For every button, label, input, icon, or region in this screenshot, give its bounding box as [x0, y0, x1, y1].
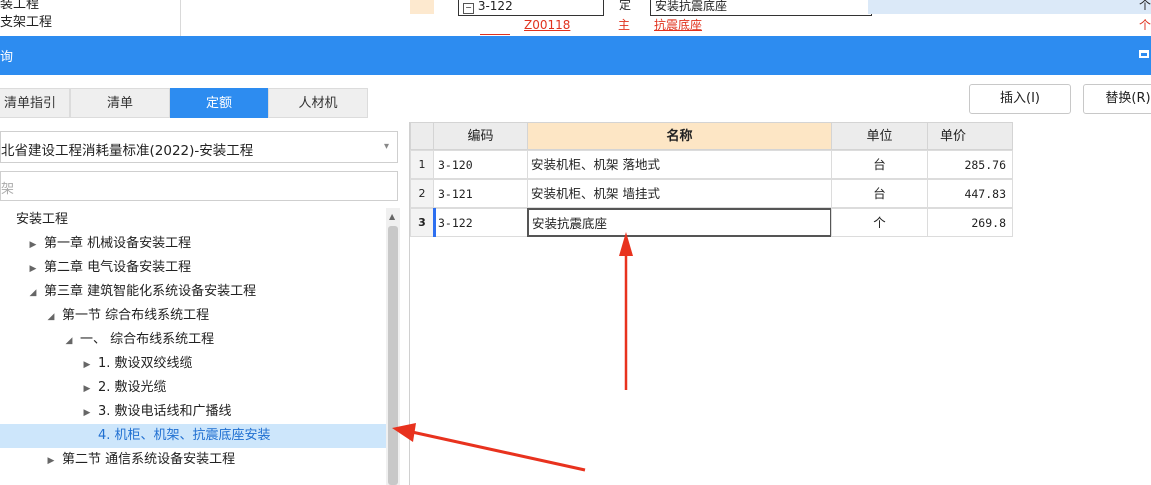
expand-icon[interactable]: ▶ [80, 353, 94, 377]
background-selected-cell [868, 0, 1151, 14]
standard-select-value: 北省建设工程消耗量标准(2022)-安装工程 [1, 143, 254, 159]
expand-icon[interactable]: ▶ [44, 449, 58, 473]
annotation-arrow-left-line [411, 430, 586, 472]
tab-quota[interactable]: 定额 [170, 88, 268, 118]
header-name[interactable]: 名称 [527, 122, 832, 150]
grid-cell-num[interactable]: 2 [410, 179, 434, 208]
grid-cell-unit[interactable]: 个 [831, 208, 928, 237]
background-tree-item[interactable]: 支架工程 [0, 14, 180, 32]
dialog-title: 询 [0, 50, 14, 65]
tree-node-label: 1. 敷设双绞线缆 [98, 356, 193, 371]
collapse-icon[interactable]: ◢ [44, 305, 58, 329]
tree-node[interactable]: ▶ 3. 敷设电话线和广播线 [0, 400, 386, 424]
tree-node[interactable]: ◢ 第一节 综合布线系统工程 [0, 304, 386, 328]
grid-cell-name[interactable]: 安装机柜、机架 落地式 [527, 150, 832, 179]
background-code-cell: Z00118 [524, 18, 571, 32]
tab-bill-guide[interactable]: 清单指引 [0, 88, 70, 118]
tree-node-label: 3. 敷设电话线和广播线 [98, 404, 232, 419]
standard-select[interactable]: 北省建设工程消耗量标准(2022)-安装工程 ▾ [0, 131, 398, 163]
tree-node[interactable]: ◢ 第三章 建筑智能化系统设备安装工程 [0, 280, 386, 304]
grid-cell-name[interactable]: 安装机柜、机架 墙挂式 [527, 179, 832, 208]
tree-node-label: 第二章 电气设备安装工程 [44, 260, 192, 275]
background-tree: 装工程 支架工程 [0, 0, 181, 36]
header-unit[interactable]: 单位 [831, 122, 928, 150]
expand-icon[interactable]: ▶ [80, 377, 94, 401]
tab-labor-material[interactable]: 人材机 [268, 88, 368, 118]
replace-button[interactable]: 替换(R) [1083, 84, 1151, 114]
background-type-cell: 定 [618, 0, 631, 12]
row-marker [410, 0, 434, 14]
background-type-cell: 主 [618, 18, 631, 32]
tab-bill[interactable]: 清单 [70, 88, 170, 118]
grid-cell-unit[interactable]: 台 [831, 179, 928, 208]
search-input-value: 架 [1, 182, 15, 197]
expand-icon[interactable]: ▶ [26, 257, 40, 281]
grid-corner [410, 122, 434, 150]
background-row[interactable]: Z00118 主 抗震底座 个 [410, 16, 1151, 35]
header-code[interactable]: 编码 [433, 122, 528, 150]
tree-node[interactable]: 4. 机柜、机架、抗震底座安装 [0, 424, 386, 448]
tree-node[interactable]: ◢ 一、 综合布线系统工程 [0, 328, 386, 352]
background-name-cell[interactable]: 安装抗震底座 [650, 0, 872, 16]
tree-node-label: 安装工程 [16, 212, 69, 227]
expand-icon[interactable]: ▶ [26, 233, 40, 257]
tree-node-label: 4. 机柜、机架、抗震底座安装 [98, 428, 271, 443]
maximize-icon[interactable] [1139, 50, 1149, 58]
tree-node[interactable]: ▶ 第二章 电气设备安装工程 [0, 256, 386, 280]
tree-node-label: 第一节 综合布线系统工程 [62, 308, 210, 323]
grid-cell-unit[interactable]: 台 [831, 150, 928, 179]
tree-node[interactable]: ▶ 1. 敷设双绞线缆 [0, 352, 386, 376]
quota-tree: 安装工程 ▶ 第一章 机械设备安装工程 ▶ 第二章 电气设备安装工程 ◢ 第三章 建筑智能化… [0, 208, 386, 485]
insert-button[interactable]: 插入(I) [969, 84, 1071, 114]
collapse-icon[interactable]: ◢ [26, 281, 40, 305]
tree-node-label: 一、 综合布线系统工程 [80, 332, 215, 347]
collapse-icon[interactable]: − [463, 3, 474, 14]
tree-node-label: 2. 敷设光缆 [98, 380, 167, 395]
tree-node-label: 第三章 建筑智能化系统设备安装工程 [44, 284, 257, 299]
tree-node[interactable]: ▶ 第一章 机械设备安装工程 [0, 232, 386, 256]
grid-cell-num[interactable]: 3 [410, 208, 434, 237]
tree-line [480, 16, 510, 35]
background-unit-cell: 个 [1138, 0, 1151, 12]
tree-node[interactable]: 安装工程 [0, 208, 386, 232]
dialog-title-bar[interactable]: 询 [0, 36, 1151, 75]
tree-node[interactable]: ▶ 第二节 通信系统设备安装工程 [0, 448, 386, 472]
search-input[interactable]: 架 [0, 171, 398, 201]
grid-cell-code[interactable]: 3-122 [433, 208, 528, 237]
grid-cell-price[interactable]: 447.83 [927, 179, 1013, 208]
chevron-down-icon[interactable]: ▾ [384, 141, 389, 152]
grid-cell-code[interactable]: 3-121 [433, 179, 528, 208]
background-tree-item[interactable]: 装工程 [0, 0, 180, 14]
scroll-up-icon[interactable]: ▲ [389, 212, 395, 221]
tree-node[interactable]: ▶ 2. 敷设光缆 [0, 376, 386, 400]
background-grid: − 3-122 定 安装抗震底座 个 Z00118 主 抗震底座 个 [410, 0, 1151, 36]
expand-icon[interactable]: ▶ [80, 401, 94, 425]
grid-cell-num[interactable]: 1 [410, 150, 434, 179]
grid-cell-price[interactable]: 285.76 [927, 150, 1013, 179]
grid-cell-code[interactable]: 3-120 [433, 150, 528, 179]
background-row[interactable]: − 3-122 定 安装抗震底座 个 [410, 0, 1151, 16]
background-unit-cell: 个 [1138, 18, 1151, 32]
grid-cell-price[interactable]: 269.8 [927, 208, 1013, 237]
background-window: 装工程 支架工程 − 3-122 定 安装抗震底座 个 Z00118 主 抗震底… [0, 0, 1151, 36]
header-price[interactable]: 单价 [927, 122, 1013, 150]
tree-node-label: 第二节 通信系统设备安装工程 [62, 452, 236, 467]
current-row-indicator [433, 208, 436, 237]
scrollbar-thumb[interactable] [388, 226, 398, 485]
grid-cell-name[interactable]: 安装抗震底座 [527, 208, 832, 237]
tree-node-label: 第一章 机械设备安装工程 [44, 236, 192, 251]
background-code-cell[interactable]: − 3-122 [458, 0, 604, 16]
collapse-icon[interactable]: ◢ [62, 329, 76, 353]
background-name-cell: 抗震底座 [654, 18, 703, 32]
tree-scrollbar[interactable]: ▲ [386, 208, 400, 485]
